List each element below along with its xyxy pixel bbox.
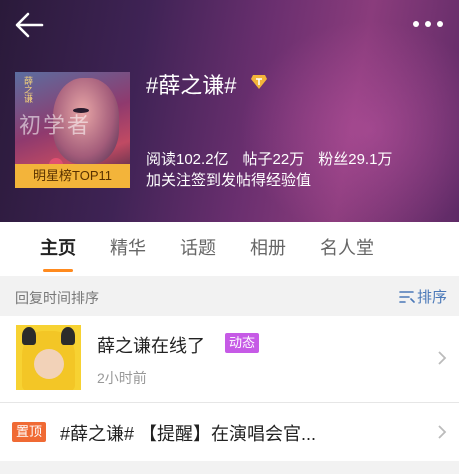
arrow-left-icon bbox=[15, 12, 44, 38]
back-button[interactable] bbox=[14, 10, 46, 40]
tab-album[interactable]: 相册 bbox=[250, 222, 286, 276]
topic-header: 薛之谦 初学者 明星榜TOP11 #薛之谦# 阅读102.2亿 帖子22万 粉丝… bbox=[0, 0, 459, 222]
avatar-ear bbox=[22, 327, 36, 345]
post-count: 帖子22万 bbox=[242, 151, 305, 168]
topic-stats: 阅读102.2亿 帖子22万 粉丝29.1万 bbox=[146, 148, 392, 169]
topic-title: #薛之谦# bbox=[146, 73, 237, 98]
tab-topics[interactable]: 话题 bbox=[180, 222, 216, 276]
post-title[interactable]: 薛之谦在线了 bbox=[97, 332, 205, 358]
list-item[interactable]: 薛之谦在线了 动态 2小时前 bbox=[0, 316, 459, 402]
pinned-badge: 置顶 bbox=[12, 422, 46, 442]
follow-hint: 加关注签到发帖得经验值 bbox=[146, 172, 312, 189]
tab-bar: 主页 精华 话题 相册 名人堂 bbox=[0, 222, 459, 276]
sort-button[interactable]: 排序 bbox=[399, 286, 447, 307]
sort-lines-icon bbox=[399, 290, 415, 303]
sort-button-label: 排序 bbox=[416, 289, 447, 306]
cover-vertical-text: 薛之谦 bbox=[22, 76, 32, 103]
avatar-ear bbox=[61, 327, 75, 345]
more-dots-icon bbox=[413, 21, 443, 27]
sort-order-label: 回复时间排序 bbox=[15, 290, 99, 306]
more-button[interactable] bbox=[411, 12, 445, 36]
rank-badge[interactable]: 明星榜TOP11 bbox=[15, 164, 130, 188]
avatar[interactable] bbox=[16, 325, 81, 390]
chevron-right-icon bbox=[438, 351, 447, 365]
read-count: 阅读102.2亿 bbox=[146, 151, 229, 168]
pinned-post-title[interactable]: #薛之谦# 【提醒】在演唱会官... bbox=[60, 420, 316, 446]
tab-hall-of-fame[interactable]: 名人堂 bbox=[320, 222, 374, 276]
fan-count: 粉丝29.1万 bbox=[318, 151, 393, 168]
tab-home[interactable]: 主页 bbox=[40, 222, 76, 276]
cover-overlay-text: 初学者 bbox=[19, 114, 92, 139]
post-time: 2小时前 bbox=[97, 370, 147, 386]
bottom-spacer bbox=[0, 461, 459, 474]
post-tag-badge: 动态 bbox=[225, 333, 260, 353]
chevron-right-icon bbox=[438, 425, 447, 439]
tab-featured[interactable]: 精华 bbox=[110, 222, 146, 276]
sort-bar: 回复时间排序 排序 bbox=[0, 276, 459, 316]
pinned-post[interactable]: 置顶 #薛之谦# 【提醒】在演唱会官... bbox=[0, 403, 459, 461]
super-topic-badge-icon bbox=[250, 74, 268, 90]
avatar-face bbox=[34, 349, 64, 379]
